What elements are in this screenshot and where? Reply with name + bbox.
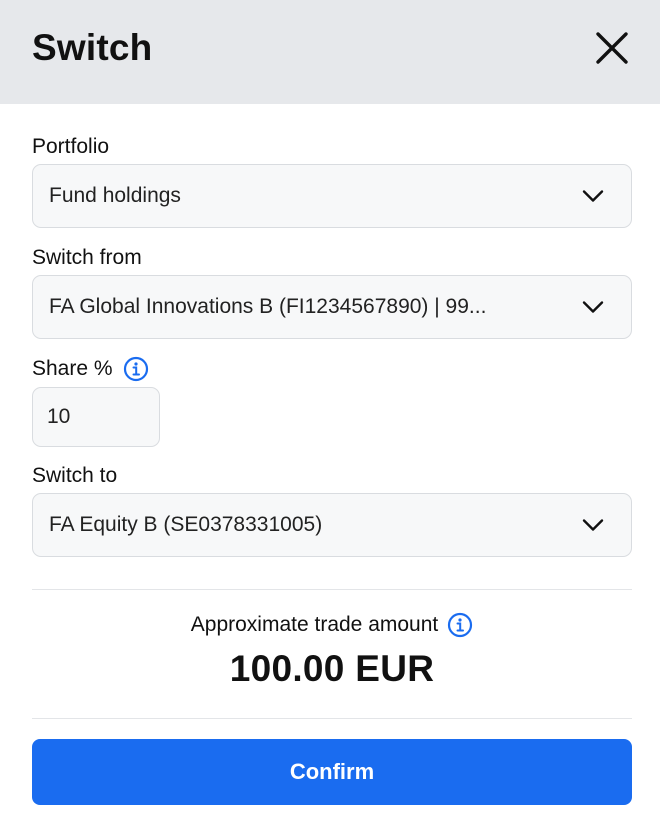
- switch-from-label-text: Switch from: [32, 246, 142, 269]
- switch-dialog: Switch Portfolio Fund holdings Switch fr…: [0, 0, 660, 830]
- switch-from-select[interactable]: FA Global Innovations B (FI1234567890) |…: [32, 275, 632, 339]
- switch-to-select[interactable]: FA Equity B (SE0378331005): [32, 493, 632, 557]
- trade-amount-value: 100.00 EUR: [229, 648, 435, 689]
- trade-amount-label: Approximate trade amount: [191, 612, 473, 638]
- switch-to-label-text: Switch to: [32, 464, 118, 487]
- dialog-body: Portfolio Fund holdings Switch from FA G…: [0, 104, 660, 805]
- portfolio-label-text: Portfolio: [32, 135, 110, 158]
- switch-from-select-value: FA Global Innovations B (FI1234567890) |…: [49, 295, 487, 318]
- dialog-header: Switch: [0, 0, 660, 104]
- trade-amount-section: Approximate trade amount 100.00 EUR: [32, 590, 632, 690]
- portfolio-select-value: Fund holdings: [49, 184, 181, 207]
- portfolio-label: Portfolio: [32, 135, 632, 159]
- chevron-down-icon: [582, 190, 604, 202]
- portfolio-select[interactable]: Fund holdings: [32, 164, 632, 228]
- share-input[interactable]: [32, 387, 160, 447]
- switch-from-label: Switch from: [32, 246, 632, 270]
- info-icon: [448, 612, 473, 638]
- switch-to-select-value: FA Equity B (SE0378331005): [49, 513, 323, 536]
- trade-amount-label-text: Approximate trade amount: [190, 613, 439, 636]
- chevron-down-icon: [582, 519, 604, 531]
- share-info-button[interactable]: [123, 356, 149, 382]
- dialog-title: Switch: [32, 27, 153, 68]
- close-button[interactable]: [592, 28, 632, 68]
- info-icon: [123, 356, 148, 382]
- switch-to-label: Switch to: [32, 464, 632, 488]
- chevron-down-icon: [582, 301, 604, 313]
- close-icon: [596, 32, 628, 64]
- share-label: Share %: [32, 356, 632, 382]
- share-label-text: Share %: [32, 357, 113, 380]
- trade-amount-info-button[interactable]: [447, 612, 473, 638]
- confirm-button[interactable]: Confirm: [32, 739, 632, 805]
